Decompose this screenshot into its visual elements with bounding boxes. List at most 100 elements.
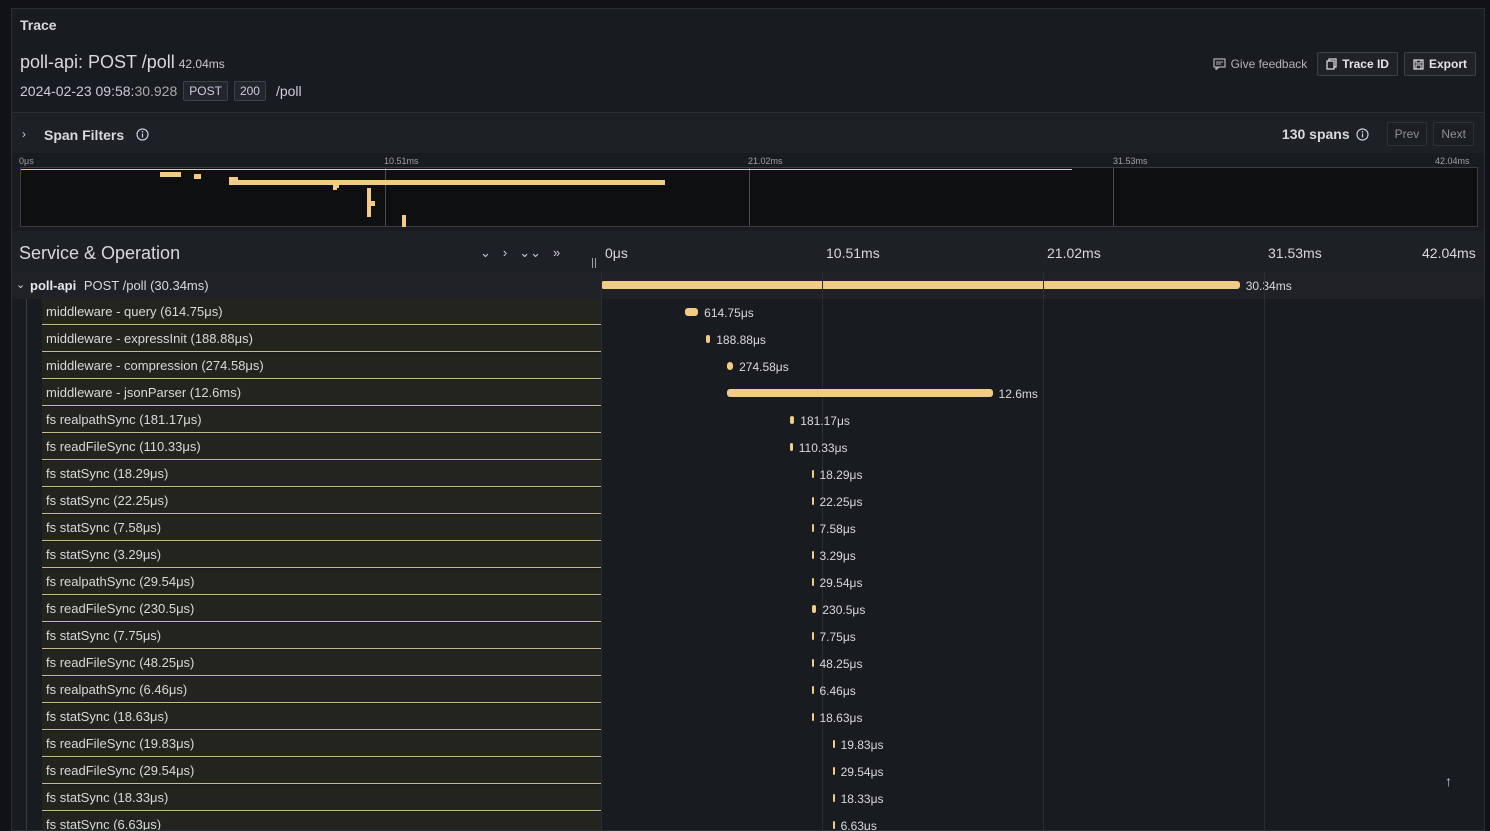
info-icon[interactable] xyxy=(136,128,149,144)
span-label[interactable]: fs realpathSync (181.17μs) xyxy=(42,407,601,433)
span-bar[interactable] xyxy=(790,443,793,451)
span-row[interactable]: fs statSync (18.33μs) 18.33μs xyxy=(12,785,1484,812)
span-row[interactable]: fs realpathSync (29.54μs) 29.54μs xyxy=(12,569,1484,596)
next-button[interactable]: Next xyxy=(1433,122,1474,146)
span-row[interactable]: fs statSync (3.29μs) 3.29μs xyxy=(12,542,1484,569)
span-label[interactable]: fs statSync (18.33μs) xyxy=(42,785,601,811)
double-chevron-right-icon[interactable]: » xyxy=(553,245,560,261)
export-button[interactable]: Export xyxy=(1403,52,1476,76)
span-bar[interactable] xyxy=(727,389,993,397)
chevron-right-icon[interactable]: › xyxy=(22,127,26,141)
span-row[interactable]: fs readFileSync (230.5μs) 230.5μs xyxy=(12,596,1484,623)
save-icon xyxy=(1413,58,1424,70)
span-bar[interactable] xyxy=(601,281,1240,289)
span-row[interactable]: fs statSync (7.58μs) 7.58μs xyxy=(12,515,1484,542)
span-duration: 29.54μs xyxy=(840,765,884,779)
span-bar[interactable] xyxy=(811,470,814,478)
span-label[interactable]: fs readFileSync (29.54μs) xyxy=(42,758,601,784)
span-bar[interactable] xyxy=(811,686,814,694)
span-duration: 7.58μs xyxy=(819,522,856,536)
span-duration: 7.75μs xyxy=(819,630,856,644)
span-bar[interactable] xyxy=(811,632,814,640)
span-bar[interactable] xyxy=(790,416,795,424)
span-label[interactable]: fs readFileSync (19.83μs) xyxy=(42,731,601,757)
span-label[interactable]: fs statSync (22.25μs) xyxy=(42,488,601,514)
panel-title: Trace xyxy=(20,17,57,33)
prev-button[interactable]: Prev xyxy=(1386,122,1428,146)
span-row[interactable]: fs statSync (6.63μs) 6.63μs xyxy=(12,812,1484,830)
span-label[interactable]: fs readFileSync (230.5μs) xyxy=(42,596,601,622)
span-label[interactable]: fs statSync (18.63μs) xyxy=(42,704,601,730)
span-bar[interactable] xyxy=(727,362,734,370)
tree-indent-line xyxy=(26,704,27,731)
span-bar[interactable] xyxy=(811,551,814,559)
span-row[interactable]: fs statSync (7.75μs) 7.75μs xyxy=(12,623,1484,650)
span-label[interactable]: fs realpathSync (6.46μs) xyxy=(42,677,601,703)
export-label: Export xyxy=(1428,57,1467,71)
span-label[interactable]: fs statSync (3.29μs) xyxy=(42,542,601,568)
span-row[interactable]: middleware - jsonParser (12.6ms) 12.6ms xyxy=(12,380,1484,407)
span-bar[interactable] xyxy=(811,497,814,505)
trace-minimap[interactable] xyxy=(20,167,1478,227)
span-bar[interactable] xyxy=(811,605,817,613)
span-filters-toggle[interactable]: Span Filters xyxy=(44,127,124,143)
span-row[interactable]: middleware - compression (274.58μs) 274.5… xyxy=(12,353,1484,380)
span-duration: 181.17μs xyxy=(800,414,850,428)
span-bar[interactable] xyxy=(832,767,835,775)
double-chevron-down-icon[interactable]: ⌄⌄ xyxy=(519,245,541,261)
span-label[interactable]: fs readFileSync (48.25μs) xyxy=(42,650,601,676)
span-duration: 48.25μs xyxy=(819,657,863,671)
span-bar[interactable] xyxy=(811,578,814,586)
minimap-gridline xyxy=(385,168,386,226)
copy-icon xyxy=(1326,58,1337,70)
span-label[interactable]: middleware - query (614.75μs) xyxy=(42,299,601,325)
span-label[interactable]: middleware - expressInit (188.88μs) xyxy=(42,326,601,352)
span-label[interactable]: fs statSync (7.58μs) xyxy=(42,515,601,541)
span-bar[interactable] xyxy=(811,659,814,667)
span-bar[interactable] xyxy=(832,794,835,802)
span-duration: 30.34ms xyxy=(1245,279,1292,293)
give-feedback-button[interactable]: Give feedback xyxy=(1209,54,1312,74)
arrow-up-icon[interactable]: ↑ xyxy=(1445,773,1452,789)
minimap-gridline xyxy=(749,168,750,226)
span-label[interactable]: fs realpathSync (29.54μs) xyxy=(42,569,601,595)
span-row[interactable]: fs statSync (22.25μs) 22.25μs xyxy=(12,488,1484,515)
span-row[interactable]: fs realpathSync (181.17μs) 181.17μs xyxy=(12,407,1484,434)
span-label[interactable]: middleware - compression (274.58μs) xyxy=(42,353,601,379)
minimap-tick: 42.04ms xyxy=(1435,156,1470,166)
span-bar[interactable] xyxy=(832,740,835,748)
span-row[interactable]: fs readFileSync (110.33μs) 110.33μs xyxy=(12,434,1484,461)
span-label[interactable]: fs statSync (18.29μs) xyxy=(42,461,601,487)
method-badge: POST xyxy=(183,81,228,101)
minimap-tick: 21.02ms xyxy=(748,156,783,166)
span-label[interactable]: middleware - jsonParser (12.6ms) xyxy=(42,380,601,406)
span-bar[interactable] xyxy=(811,524,814,532)
span-row[interactable]: fs readFileSync (29.54μs) 29.54μs xyxy=(12,758,1484,785)
trace-time: 30.928 xyxy=(134,83,178,99)
span-row[interactable]: fs statSync (18.63μs) 18.63μs xyxy=(12,704,1484,731)
span-bar[interactable] xyxy=(685,308,699,316)
trace-id-button[interactable]: Trace ID xyxy=(1317,52,1398,76)
trace-title: poll-api: POST /poll 42.04ms xyxy=(20,52,225,73)
span-bar[interactable] xyxy=(706,335,711,343)
span-row[interactable]: fs readFileSync (48.25μs) 48.25μs xyxy=(12,650,1484,677)
span-label[interactable]: fs statSync (6.63μs) xyxy=(42,812,601,830)
chevron-right-icon[interactable]: › xyxy=(503,245,507,261)
span-row[interactable]: fs readFileSync (19.83μs) 19.83μs xyxy=(12,731,1484,758)
span-row[interactable]: middleware - query (614.75μs) 614.75μs xyxy=(12,299,1484,326)
span-bar[interactable] xyxy=(832,821,835,829)
column-resizer[interactable] xyxy=(592,258,596,268)
span-bar[interactable] xyxy=(811,713,814,721)
span-duration: 110.33μs xyxy=(798,441,848,455)
info-icon[interactable] xyxy=(1356,127,1369,141)
span-duration: 3.29μs xyxy=(819,549,856,563)
span-row[interactable]: middleware - expressInit (188.88μs) 188.8… xyxy=(12,326,1484,353)
root-span-label[interactable]: ⌄ poll-api POST /poll (30.34ms) xyxy=(12,272,601,299)
span-row[interactable]: fs statSync (18.29μs) 18.29μs xyxy=(12,461,1484,488)
span-label[interactable]: fs statSync (7.75μs) xyxy=(42,623,601,649)
span-label[interactable]: fs readFileSync (110.33μs) xyxy=(42,434,601,460)
chevron-down-icon[interactable]: ⌄ xyxy=(16,272,25,299)
chevron-down-icon[interactable]: ⌄ xyxy=(480,245,491,261)
span-row[interactable]: fs realpathSync (6.46μs) 6.46μs xyxy=(12,677,1484,704)
trace-url: /poll xyxy=(275,83,302,99)
